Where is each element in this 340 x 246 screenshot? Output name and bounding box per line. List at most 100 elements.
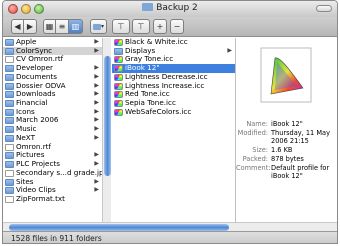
horizontal-scrollbar[interactable] [3,222,337,231]
path-button[interactable]: ▾ [90,19,107,34]
list-item-label: Financial [16,98,48,108]
disclosure-arrow-icon: ▶ [94,177,99,185]
back-button[interactable]: ◀ [11,19,24,34]
list-item-label: Secondary s...d grade.jpeg [16,167,111,177]
column-1[interactable]: Apple ▶ ColorSync ▶ CV Omron.rtf Developer ▶ Do… [3,38,111,222]
grid-icon: ▦ [45,22,54,31]
list-item[interactable]: ZipFormat.txt [3,193,110,204]
folder-icon [5,73,14,81]
action-button[interactable]: ⊤ [112,19,130,34]
forward-arrow-icon: ▶ [26,22,34,31]
list-view-button[interactable]: ≡ [56,19,69,34]
column-2[interactable]: Black & White.icc Displays ▶ Gray Tone.icc i… [112,38,236,222]
folder-icon [5,108,14,116]
folder-icon [5,47,14,55]
chevron-down-icon: ▾ [100,23,104,30]
disclosure-arrow-icon: ▶ [94,64,99,72]
metadata-value: iBook 12" [271,120,303,128]
folder-icon [142,3,154,11]
column-1-scrollbar[interactable] [102,38,111,222]
add-button[interactable]: + [153,19,167,34]
color-profile-icon [114,100,123,108]
list-item-label: PLC Projects [16,159,60,169]
list-item-label: WebSafeColors.icc [125,106,192,116]
disclosure-arrow-icon: ▶ [94,125,99,133]
finder-window: Backup 2 ◀ ▶ ▦ ≡ ▥ ▾ ⊤ ⊤ + − Apple ▶ Color… [2,0,338,244]
split-icon: ⊤ [137,22,145,31]
minus-icon: − [173,22,181,31]
list-item-label: Gray Tone.icc [125,54,174,64]
color-profile-icon [114,56,123,64]
action-button-2[interactable]: ⊤ [132,19,150,34]
color-profile-icon [114,39,123,46]
folder-icon [5,187,14,195]
folder-icon [5,126,14,134]
list-item[interactable]: WebSafeColors.icc [112,106,235,117]
list-item-label: Sepia Tone.icc [125,98,176,108]
disclosure-arrow-icon: ▶ [94,99,99,107]
metadata-value: Default profile for iBook 12" [271,164,330,180]
toolbar: ◀ ▶ ▦ ≡ ▥ ▾ ⊤ ⊤ + − [3,17,337,37]
folder-icon [5,152,14,160]
disclosure-arrow-icon: ▶ [94,151,99,159]
status-bar: 1528 files in 911 folders [3,231,337,243]
forward-button[interactable]: ▶ [24,19,37,34]
list-item-label: Pictures [16,150,45,160]
disclosure-arrow-icon: ▶ [94,72,99,80]
disclosure-arrow-icon: ▶ [94,116,99,124]
status-text: 1528 files in 911 folders [11,234,102,243]
list-item-label: NeXT [16,132,35,142]
folder-icon [5,91,14,99]
metadata-key: Modified: [237,129,268,137]
list-item-label: Lightness Decrease.icc [125,71,208,81]
disclosure-arrow-icon: ▶ [94,46,99,54]
metadata-value: 1.6 KB [271,146,293,154]
list-item-label: ZipFormat.txt [16,193,65,203]
document-icon [5,169,14,177]
metadata-key: Name: [246,120,268,128]
list-item-label: Downloads [16,89,56,99]
title-bar[interactable]: Backup 2 [3,1,337,17]
folder-icon [5,161,14,169]
column-view-button[interactable]: ▥ [69,19,83,34]
window-title: Backup 2 [3,3,337,13]
metadata-value: Thursday, 11 May 2006 21:15 [271,129,330,145]
list-item-label: Video Clips [16,185,56,195]
metadata-key: Size: [252,146,268,154]
folder-icon [114,47,123,55]
disclosure-arrow-icon: ▶ [94,107,99,115]
list-icon: ≡ [58,22,66,31]
list-item-label: March 2006 [16,115,59,125]
color-profile-icon [114,108,123,116]
icon-view-button[interactable]: ▦ [43,19,56,34]
folder-icon [5,178,14,186]
metadata-value: 878 bytes [271,155,304,163]
folder-icon [5,134,14,142]
list-item-label: iBook 12" [125,63,160,73]
back-arrow-icon: ◀ [14,22,21,31]
split-icon: ⊤ [117,22,125,31]
document-icon [5,143,14,151]
column-1-scroll-thumb[interactable] [104,56,111,176]
toolbar-toggle-button[interactable] [316,5,332,12]
list-item-label: CV Omron.rtf [16,54,64,64]
document-icon [5,195,14,203]
disclosure-arrow-icon: ▶ [227,46,232,54]
remove-button[interactable]: − [170,19,184,34]
folder-icon [5,39,14,46]
document-icon [5,56,14,64]
color-profile-icon [260,47,312,103]
list-item-label: Omron.rtf [16,141,51,151]
list-item-label: Lightness Increase.icc [125,80,205,90]
folder-icon [5,82,14,90]
folder-icon [5,100,14,108]
folder-icon [92,23,101,30]
plus-icon: + [156,22,164,31]
preview-pane: Name: iBook 12" Modified: Thursday, 11 May … [236,38,337,222]
metadata-key: Packed: [242,155,268,163]
list-item-label: Red Tone.icc [125,89,170,99]
list-item-label: Displays [125,45,156,55]
color-profile-icon [114,73,123,81]
disclosure-arrow-icon: ▶ [94,81,99,89]
horizontal-scroll-thumb[interactable] [9,224,229,231]
